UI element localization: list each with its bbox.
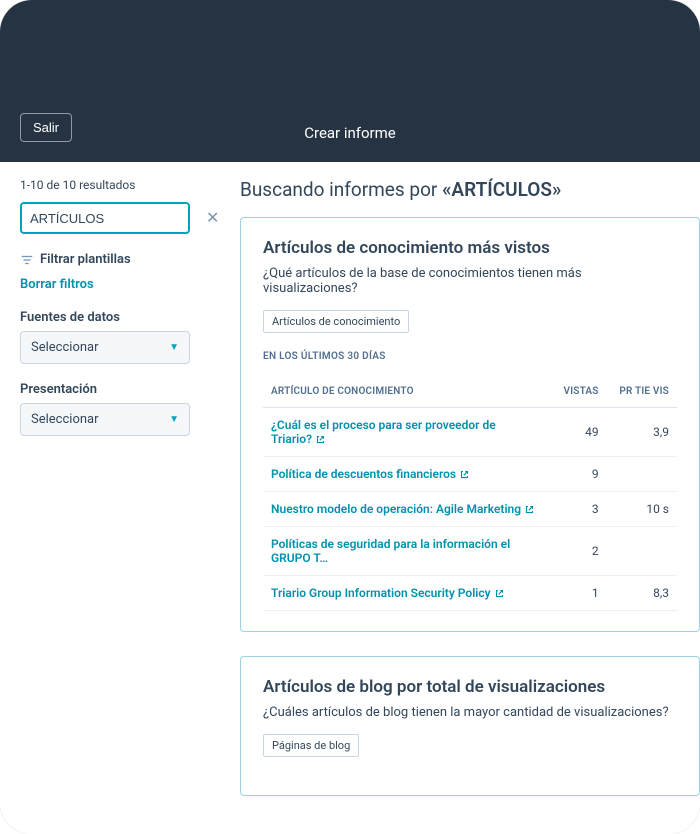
views-cell: 9 <box>545 457 607 492</box>
external-link-icon <box>525 505 534 514</box>
time-cell: 10 s <box>607 492 677 527</box>
table-row: Nuestro modelo de operación: Agile Marke… <box>263 492 677 527</box>
article-link[interactable]: Nuestro modelo de operación: Agile Marke… <box>263 492 545 527</box>
report-card[interactable]: Artículos de conocimiento más vistos ¿Qu… <box>240 217 700 632</box>
views-cell: 3 <box>545 492 607 527</box>
data-sources-value: Seleccionar <box>31 340 99 355</box>
views-cell: 2 <box>545 527 607 576</box>
page-title: Crear informe <box>304 124 396 142</box>
time-cell: 8,3 <box>607 576 677 611</box>
header: Salir Crear informe <box>0 0 700 162</box>
col-time-header[interactable]: PR TIE VIS <box>607 376 677 408</box>
external-link-icon <box>460 470 469 479</box>
filter-templates-label: Filtrar plantillas <box>40 252 131 267</box>
search-box[interactable]: ✕ <box>20 202 190 234</box>
exit-button[interactable]: Salir <box>20 113 72 142</box>
table-row: Políticas de seguridad para la informaci… <box>263 527 677 576</box>
report-table: ARTÍCULO DE CONOCIMIENTO VISTAS PR TIE V… <box>263 376 677 611</box>
time-cell <box>607 527 677 576</box>
clear-filters-link[interactable]: Borrar filtros <box>20 277 190 292</box>
article-link[interactable]: Política de descuentos financieros <box>263 457 545 492</box>
main-title-prefix: Buscando informes por <box>240 178 442 201</box>
filter-icon <box>20 253 34 267</box>
main-panel: Buscando informes por «ARTÍCULOS» Artícu… <box>210 162 700 834</box>
presentation-value: Seleccionar <box>31 412 99 427</box>
external-link-icon <box>495 589 504 598</box>
content: 1-10 de 10 resultados ✕ Filtrar plantill… <box>0 162 700 834</box>
report-subtitle: ¿Cuáles artículos de blog tienen la mayo… <box>263 705 677 720</box>
time-cell: 3,9 <box>607 408 677 457</box>
data-sources-select[interactable]: Seleccionar ▼ <box>20 331 190 364</box>
presentation-select[interactable]: Seleccionar ▼ <box>20 403 190 436</box>
views-cell: 49 <box>545 408 607 457</box>
results-count: 1-10 de 10 resultados <box>20 178 190 192</box>
presentation-label: Presentación <box>20 382 190 397</box>
table-row: ¿Cuál es el proceso para ser proveedor d… <box>263 408 677 457</box>
article-link[interactable]: ¿Cuál es el proceso para ser proveedor d… <box>263 408 545 457</box>
table-row: Triario Group Information Security Polic… <box>263 576 677 611</box>
views-cell: 1 <box>545 576 607 611</box>
chevron-down-icon: ▼ <box>169 342 179 353</box>
filter-templates-row[interactable]: Filtrar plantillas <box>20 252 190 267</box>
time-cell <box>607 457 677 492</box>
search-input[interactable] <box>30 211 206 226</box>
report-subtitle: ¿Qué artículos de la base de conocimient… <box>263 266 677 296</box>
article-link[interactable]: Triario Group Information Security Polic… <box>263 576 545 611</box>
external-link-icon <box>316 435 325 444</box>
col-views-header[interactable]: VISTAS <box>545 376 607 408</box>
sidebar: 1-10 de 10 resultados ✕ Filtrar plantill… <box>0 162 210 834</box>
chevron-down-icon: ▼ <box>169 414 179 425</box>
col-article-header[interactable]: ARTÍCULO DE CONOCIMIENTO <box>263 376 545 408</box>
report-title: Artículos de blog por total de visualiza… <box>263 677 677 697</box>
date-range: EN LOS ÚLTIMOS 30 DÍAS <box>263 351 677 362</box>
table-row: Política de descuentos financieros 9 <box>263 457 677 492</box>
data-sources-label: Fuentes de datos <box>20 310 190 325</box>
article-link[interactable]: Políticas de seguridad para la informaci… <box>263 527 545 576</box>
main-title-term: «ARTÍCULOS» <box>442 178 561 201</box>
report-title: Artículos de conocimiento más vistos <box>263 238 677 258</box>
report-tag: Páginas de blog <box>263 734 359 757</box>
main-title: Buscando informes por «ARTÍCULOS» <box>240 178 700 201</box>
report-tag: Artículos de conocimiento <box>263 310 409 333</box>
report-card[interactable]: Artículos de blog por total de visualiza… <box>240 656 700 796</box>
app-window: Salir Crear informe 1-10 de 10 resultado… <box>0 0 700 834</box>
